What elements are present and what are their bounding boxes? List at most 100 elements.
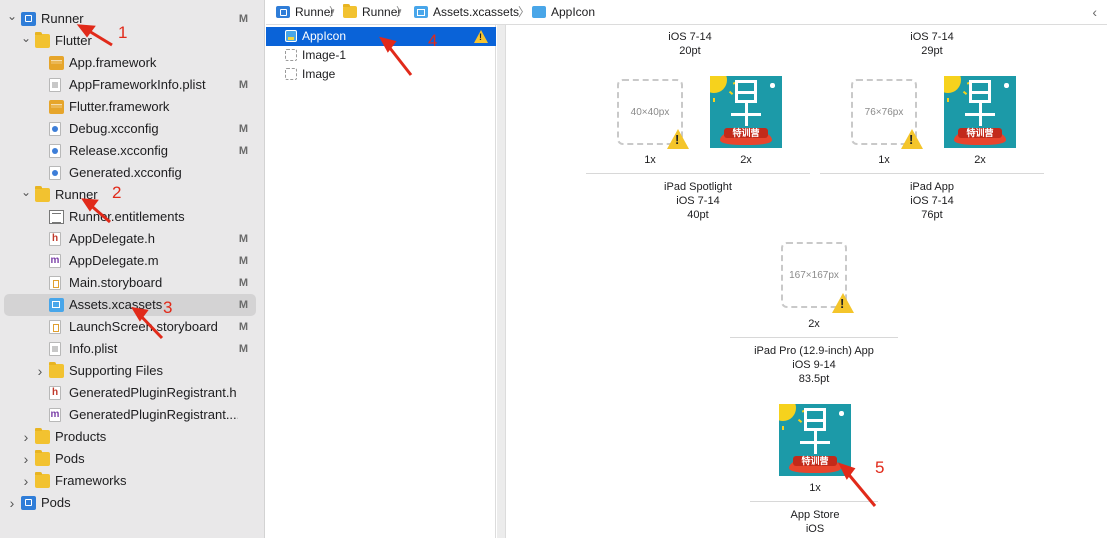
navigator-item[interactable]: Main.storyboard M	[4, 272, 256, 294]
source-control-badge: M	[238, 255, 248, 267]
navigator-item[interactable]: Generated.xcconfig	[4, 162, 256, 184]
group-20pt-os: iOS 7-14	[668, 31, 712, 43]
warning-icon: !	[667, 129, 689, 149]
ipad-pro-title: iPad Pro (12.9-inch) App	[754, 345, 874, 357]
entitlements-icon	[49, 210, 64, 224]
group-29pt-os: iOS 7-14	[910, 31, 954, 43]
navigator-item-label: Assets.xcassets	[69, 297, 163, 312]
spotlight-size: 40pt	[687, 209, 709, 221]
navigator-item[interactable]: GeneratedPluginRegistrant....	[4, 404, 256, 426]
navigator-item[interactable]: › Pods	[4, 448, 256, 470]
sun-ray	[962, 90, 968, 95]
plist-icon	[49, 342, 61, 356]
navigator-item[interactable]: ⌄ Runner	[4, 184, 256, 206]
navigator-item-label: AppFrameworkInfo.plist	[69, 77, 206, 92]
source-control-badge: M	[238, 321, 248, 333]
project-icon	[21, 496, 36, 510]
sun-ray	[712, 97, 715, 102]
navigator-item[interactable]: AppFrameworkInfo.plist M	[4, 74, 256, 96]
asset-item-image-1[interactable]: Image-1	[266, 46, 496, 65]
warning-icon: !	[832, 293, 854, 313]
sun-graphic	[779, 404, 797, 422]
folder-icon	[35, 428, 50, 444]
disclosure-closed-icon[interactable]: ›	[20, 426, 32, 448]
navigator-item[interactable]: Debug.xcconfig M	[4, 118, 256, 140]
image-set-icon	[285, 68, 297, 80]
banner-text: 特训营	[793, 455, 837, 466]
source-control-badge: M	[238, 343, 248, 355]
navigator-item[interactable]: › Products	[4, 426, 256, 448]
spotlight-os: iOS 7-14	[676, 195, 720, 207]
app-store-os: iOS	[805, 523, 825, 535]
navigator-item[interactable]: AppDelegate.m M	[4, 250, 256, 272]
app-store-1x-image[interactable]: 特训营	[779, 404, 851, 476]
folder-icon	[35, 32, 50, 48]
storyboard-icon	[49, 320, 61, 334]
folder-icon	[49, 362, 64, 378]
disclosure-closed-icon[interactable]: ›	[6, 492, 18, 514]
navigator-item[interactable]: Assets.xcassets M	[4, 294, 256, 316]
navigator-item-label: Debug.xcconfig	[69, 121, 159, 136]
navigator-item-label: Flutter.framework	[69, 99, 170, 114]
ipad-pro-size: 83.5pt	[798, 373, 830, 385]
xcconfig-icon	[49, 122, 61, 136]
ipad-app-2x-image[interactable]: 特训营	[944, 76, 1016, 148]
navigator-item[interactable]: › Frameworks	[4, 470, 256, 492]
navigator-item[interactable]: › Supporting Files	[4, 360, 256, 382]
disclosure-closed-icon[interactable]: ›	[34, 360, 46, 382]
annotation-number-1: 1	[118, 23, 128, 42]
disclosure-closed-icon[interactable]: ›	[20, 448, 32, 470]
navigator-item[interactable]: Runner.entitlements	[4, 206, 256, 228]
divider	[820, 173, 1044, 174]
star-dot	[1004, 83, 1009, 88]
navigator-item[interactable]: LaunchScreen.storyboard M	[4, 316, 256, 338]
zao-glyph	[730, 80, 762, 127]
navigator-item[interactable]: › Pods	[4, 492, 256, 514]
navigator-item[interactable]: App.framework	[4, 52, 256, 74]
spotlight-2x-image[interactable]: 特训营	[710, 76, 782, 148]
navigator-item-label: Flutter	[55, 33, 92, 48]
disclosure-open-icon[interactable]: ⌄	[20, 27, 32, 49]
folder-icon	[343, 4, 357, 18]
xcconfig-icon	[49, 166, 61, 180]
annotation-number-4: 4	[428, 31, 438, 50]
chevron-right-icon: 〉	[396, 5, 409, 19]
zao-glyph	[799, 408, 831, 455]
banner-text: 特训营	[724, 127, 768, 138]
asset-item-image[interactable]: Image	[266, 65, 496, 84]
navigator-item[interactable]: AppDelegate.h M	[4, 228, 256, 250]
zao-glyph	[964, 80, 996, 127]
folder-icon	[35, 472, 50, 488]
navigator-item[interactable]: Release.xcconfig M	[4, 140, 256, 162]
navigator-item[interactable]: GeneratedPluginRegistrant.h	[4, 382, 256, 404]
navigator-item[interactable]: Flutter.framework	[4, 96, 256, 118]
navigator-item[interactable]: Info.plist M	[4, 338, 256, 360]
divider	[730, 337, 898, 338]
disclosure-open-icon[interactable]: ⌄	[6, 5, 18, 27]
source-control-badge: M	[238, 79, 248, 91]
navigator-item-label: Frameworks	[55, 473, 127, 488]
navigator-item[interactable]: ⌄ Runner M	[4, 8, 256, 30]
back-chevron-icon[interactable]: ‹	[1092, 0, 1097, 25]
canvas-gutter	[497, 25, 506, 538]
star-dot	[770, 83, 775, 88]
app-icon-set-icon	[285, 30, 297, 42]
navigator-item-label: Runner.entitlements	[69, 209, 185, 224]
navigator-item-label: Pods	[55, 451, 85, 466]
project-icon	[276, 6, 290, 18]
divider	[750, 501, 878, 502]
navigator-item-label: Runner	[41, 11, 84, 26]
spotlight-1x-label: 1x	[644, 154, 656, 166]
navigator-item-label: Generated.xcconfig	[69, 165, 182, 180]
asset-label: Image-1	[302, 48, 347, 62]
navigator-item-label: Info.plist	[69, 341, 118, 356]
divider	[586, 173, 810, 174]
disclosure-open-icon[interactable]: ⌄	[20, 181, 32, 203]
app-store-title: App Store	[790, 509, 840, 521]
app-icon-set-icon	[532, 6, 546, 18]
spotlight-title: iPad Spotlight	[664, 181, 732, 193]
sun-graphic	[710, 76, 728, 94]
disclosure-closed-icon[interactable]: ›	[20, 470, 32, 492]
asset-item-appicon[interactable]: AppIcon !	[266, 27, 496, 46]
navigator-item[interactable]: ⌄ Flutter	[4, 30, 256, 52]
